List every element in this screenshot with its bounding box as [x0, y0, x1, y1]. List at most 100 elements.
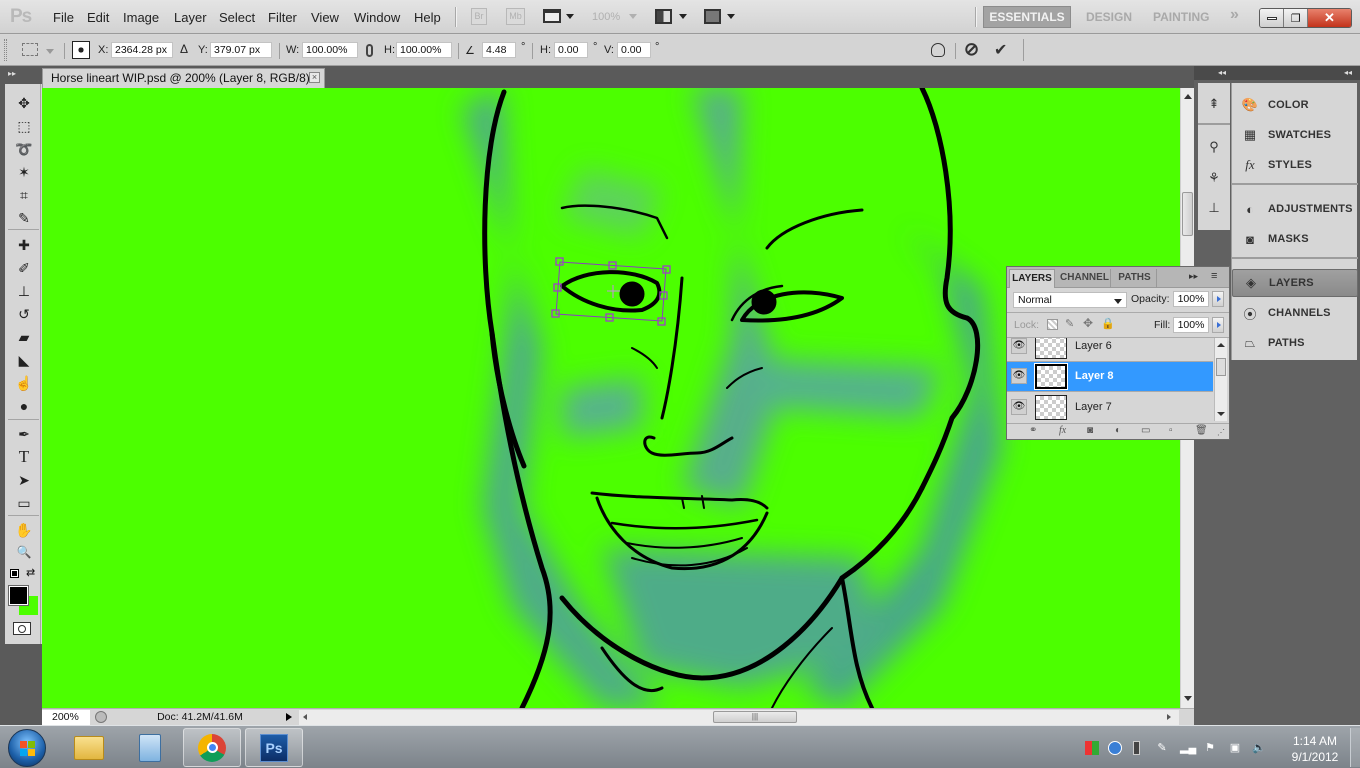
workspace-painting-button[interactable]: PAINTING	[1153, 10, 1209, 24]
start-button[interactable]	[8, 729, 46, 767]
healing-brush-tool[interactable]: ✚	[13, 235, 35, 255]
reference-point-icon[interactable]	[72, 41, 90, 59]
rectangle-tool[interactable]: ▭	[13, 493, 35, 513]
crop-tool[interactable]: ⌗	[13, 185, 35, 205]
tab-paths[interactable]: PATHS	[1113, 269, 1157, 288]
lock-transparency-icon[interactable]	[1047, 319, 1058, 330]
horizontal-scrollbar[interactable]: |||	[299, 710, 1179, 725]
scroll-down-icon[interactable]	[1217, 412, 1225, 416]
toolbox-header[interactable]: ▸▸	[0, 66, 42, 84]
opacity-slider-button[interactable]	[1212, 291, 1224, 307]
view-extras-icon[interactable]	[543, 9, 561, 23]
layer-style-icon[interactable]: fx	[1059, 425, 1066, 436]
hand-tool[interactable]: ✋	[13, 520, 35, 540]
panel-menu-icon[interactable]: ≡	[1211, 270, 1217, 282]
vertical-scroll-thumb[interactable]	[1182, 192, 1193, 236]
network-app-tray-icon[interactable]	[1108, 741, 1122, 755]
marquee-tool[interactable]: ⬚	[13, 116, 35, 136]
device-tray-icon[interactable]	[1133, 741, 1140, 755]
workspace-essentials-button[interactable]: ESSENTIALS	[983, 6, 1071, 28]
menu-help[interactable]: Help	[414, 10, 441, 25]
quick-mask-button[interactable]	[13, 622, 31, 635]
document-profile-icon[interactable]	[95, 711, 107, 723]
foreground-color-swatch[interactable]	[8, 585, 29, 606]
workspace-design-button[interactable]: DESIGN	[1086, 10, 1132, 24]
chevron-down-icon[interactable]	[727, 14, 735, 19]
menu-window[interactable]: Window	[354, 10, 400, 25]
link-icon[interactable]	[366, 44, 373, 57]
warp-mode-icon[interactable]	[931, 43, 945, 57]
power-icon[interactable]: ▣	[1228, 741, 1242, 755]
zoom-level-input[interactable]: 200%	[42, 710, 90, 725]
mini-bridge-button[interactable]: Mb	[506, 8, 525, 25]
tool-preset-icon[interactable]	[22, 43, 38, 56]
x-position-input[interactable]: 2364.28 px	[111, 42, 173, 58]
options-grip[interactable]	[4, 39, 7, 61]
opacity-input[interactable]: 100%	[1173, 291, 1209, 307]
rotation-angle-input[interactable]: 4.48	[482, 42, 516, 58]
move-tool[interactable]: ✥	[13, 93, 35, 113]
transform-handle[interactable]	[662, 265, 671, 274]
menu-layer[interactable]: Layer	[174, 10, 207, 25]
status-menu-icon[interactable]	[286, 713, 292, 721]
signal-strength-icon[interactable]: ▂▄	[1180, 741, 1196, 755]
scroll-up-icon[interactable]	[1217, 343, 1225, 347]
scroll-left-icon[interactable]	[303, 714, 307, 720]
system-clock[interactable]: 1:14 AM 9/1/2012	[1280, 733, 1350, 765]
default-colors-icon[interactable]	[10, 569, 19, 578]
width-input[interactable]: 100.00%	[302, 42, 358, 58]
lasso-tool[interactable]: ➰	[13, 139, 35, 159]
collapse-icon[interactable]: ◂◂	[1218, 68, 1226, 77]
volume-icon[interactable]: 🔈	[1252, 741, 1266, 755]
cancel-transform-icon[interactable]: ⊘	[964, 39, 979, 60]
chevron-down-icon[interactable]	[679, 14, 687, 19]
fill-input[interactable]: 100%	[1173, 317, 1209, 333]
delete-layer-icon[interactable]: 🗑	[1195, 425, 1208, 436]
brush-tool[interactable]: ✐	[13, 258, 35, 278]
scroll-down-icon[interactable]	[1184, 696, 1192, 701]
visibility-eye-icon[interactable]: 👁	[1011, 399, 1027, 415]
adjustment-layer-icon[interactable]: ◐	[1115, 425, 1121, 436]
taskbar-photoshop[interactable]: Ps	[245, 728, 303, 767]
horizontal-skew-input[interactable]: 0.00	[554, 42, 588, 58]
pen-tool[interactable]: ✒	[13, 424, 35, 444]
close-document-icon[interactable]: ×	[309, 72, 320, 83]
menu-edit[interactable]: Edit	[87, 10, 109, 25]
panel-masks[interactable]: ◙ MASKS	[1232, 225, 1358, 253]
menu-image[interactable]: Image	[123, 10, 159, 25]
arrange-documents-icon[interactable]	[655, 9, 672, 24]
menu-select[interactable]: Select	[219, 10, 255, 25]
scroll-right-icon[interactable]	[1167, 714, 1171, 720]
taskbar-calculator[interactable]	[121, 728, 179, 767]
tab-channels[interactable]: CHANNEL	[1059, 269, 1111, 288]
brush-presets-icon[interactable]: ⚲	[1205, 138, 1223, 156]
taskbar-chrome[interactable]	[183, 728, 241, 767]
lock-pixels-icon[interactable]: ✎	[1065, 317, 1074, 330]
visibility-eye-icon[interactable]: 👁	[1011, 368, 1027, 384]
taskbar-explorer[interactable]	[60, 728, 118, 767]
eyedropper-tool[interactable]: ✎	[13, 208, 35, 228]
panel-paths[interactable]: ⏢ PATHS	[1232, 329, 1358, 357]
collapse-panel-icon[interactable]: ▸▸	[1189, 271, 1198, 282]
dodge-tool[interactable]: ●	[13, 396, 35, 416]
lock-position-icon[interactable]: ✥	[1083, 316, 1093, 330]
panel-channels[interactable]: ⦿ CHANNELS	[1232, 299, 1358, 327]
new-group-icon[interactable]: ▭	[1141, 425, 1150, 436]
y-position-input[interactable]: 379.07 px	[210, 42, 272, 58]
new-layer-icon[interactable]: ▫	[1169, 425, 1173, 436]
layers-scrollbar[interactable]	[1214, 338, 1227, 421]
bridge-button[interactable]: Br	[471, 8, 487, 25]
menu-file[interactable]: File	[53, 10, 74, 25]
magic-wand-tool[interactable]: ✶	[13, 162, 35, 182]
commit-transform-icon[interactable]: ✔	[994, 40, 1007, 60]
transform-handle[interactable]	[551, 309, 560, 318]
minimize-button[interactable]	[1260, 9, 1285, 27]
path-selection-tool[interactable]: ➤	[13, 470, 35, 490]
show-desktop-button[interactable]	[1350, 728, 1360, 767]
menu-view[interactable]: View	[311, 10, 339, 25]
chevron-down-icon[interactable]	[566, 14, 574, 19]
transform-center-point[interactable]	[607, 285, 620, 298]
pen-tablet-tray-icon[interactable]: ✎	[1155, 741, 1169, 755]
panel-styles[interactable]: fx STYLES	[1232, 151, 1358, 179]
screen-mode-icon[interactable]	[704, 9, 721, 24]
